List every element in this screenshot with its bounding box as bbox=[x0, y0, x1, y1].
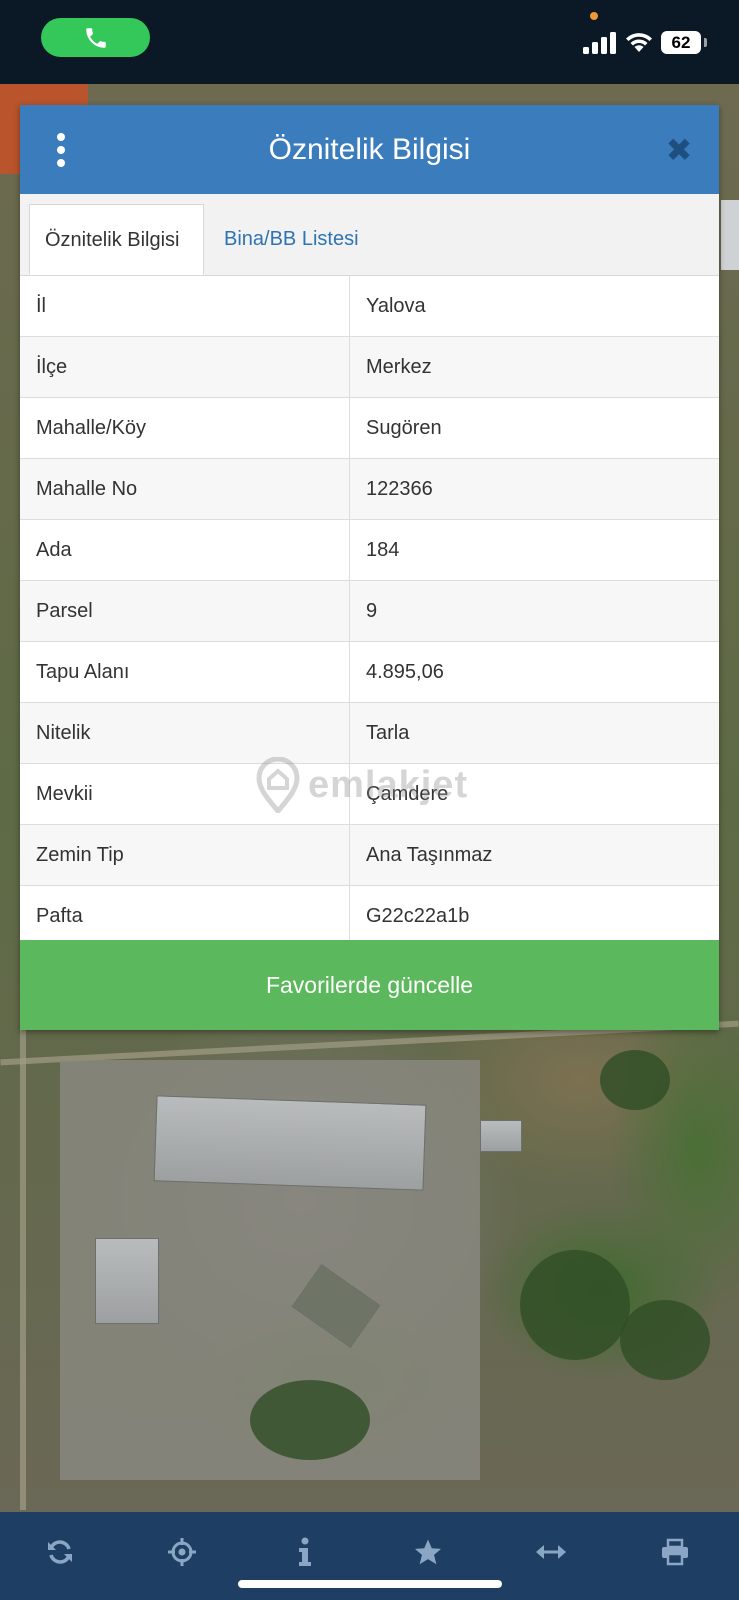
map-building bbox=[95, 1238, 159, 1324]
watermark-pin-icon bbox=[256, 757, 300, 813]
row-key: İl bbox=[20, 276, 350, 336]
row-key: Ada bbox=[20, 520, 350, 580]
info-icon[interactable] bbox=[285, 1532, 325, 1572]
update-favorites-button[interactable]: Favorilerde güncelle bbox=[20, 940, 719, 1030]
row-key: Nitelik bbox=[20, 703, 350, 763]
table-row: Tapu Alanı 4.895,06 bbox=[20, 642, 719, 703]
map-tree bbox=[250, 1380, 370, 1460]
privacy-indicator bbox=[590, 12, 598, 20]
row-value: G22c22a1b bbox=[366, 905, 470, 927]
tab-bar: Öznitelik Bilgisi Bina/BB Listesi bbox=[20, 194, 719, 276]
close-icon[interactable]: ✖ bbox=[664, 134, 694, 166]
row-value: Merkez bbox=[366, 356, 432, 378]
map-tree bbox=[600, 1050, 670, 1110]
wifi-icon bbox=[626, 33, 652, 52]
row-value: Tarla bbox=[366, 722, 410, 744]
row-key: Zemin Tip bbox=[20, 825, 350, 885]
row-value: 184 bbox=[366, 539, 400, 561]
kebab-menu-icon[interactable] bbox=[46, 130, 76, 170]
locate-icon[interactable] bbox=[162, 1532, 202, 1572]
home-indicator[interactable] bbox=[238, 1580, 502, 1588]
map-building bbox=[480, 1120, 522, 1152]
measure-icon[interactable] bbox=[531, 1532, 571, 1572]
phone-icon[interactable] bbox=[41, 18, 150, 57]
star-icon[interactable] bbox=[408, 1532, 448, 1572]
table-row: Ada 184 bbox=[20, 520, 719, 581]
map-side-panel bbox=[721, 200, 739, 270]
watermark: emlakjet bbox=[256, 755, 496, 815]
status-bar: 62 bbox=[0, 0, 739, 84]
row-value: Ana Taşınmaz bbox=[366, 844, 493, 866]
row-key: Tapu Alanı bbox=[20, 642, 350, 702]
row-value: 122366 bbox=[366, 478, 433, 500]
dialog-header: Öznitelik Bilgisi ✖ bbox=[20, 105, 719, 194]
watermark-text: emlakjet bbox=[308, 763, 469, 806]
table-row: Zemin Tip Ana Taşınmaz bbox=[20, 825, 719, 886]
map-tree bbox=[620, 1300, 710, 1380]
row-value: 4.895,06 bbox=[366, 661, 444, 683]
table-row: Parsel 9 bbox=[20, 581, 719, 642]
battery-level: 62 bbox=[661, 31, 701, 54]
map-road bbox=[20, 1030, 26, 1510]
battery-tip bbox=[704, 38, 707, 47]
row-key: Parsel bbox=[20, 581, 350, 641]
print-icon[interactable] bbox=[655, 1532, 695, 1572]
row-key: Pafta bbox=[20, 886, 350, 946]
row-key: İlçe bbox=[20, 337, 350, 397]
tab-building-list[interactable]: Bina/BB Listesi bbox=[209, 204, 374, 275]
tab-attribute-info[interactable]: Öznitelik Bilgisi bbox=[29, 204, 204, 275]
table-row: İl Yalova bbox=[20, 276, 719, 337]
map-tree bbox=[520, 1250, 630, 1360]
attribute-dialog: Öznitelik Bilgisi ✖ Öznitelik Bilgisi Bi… bbox=[20, 105, 719, 1030]
row-value: 9 bbox=[366, 600, 378, 622]
row-key: Mahalle No bbox=[20, 459, 350, 519]
map-building bbox=[153, 1095, 427, 1191]
table-row: İlçe Merkez bbox=[20, 337, 719, 398]
refresh-icon[interactable] bbox=[40, 1532, 80, 1572]
table-row: Pafta G22c22a1b bbox=[20, 886, 719, 947]
row-value: Sugören bbox=[366, 417, 442, 439]
row-key: Mahalle/Köy bbox=[20, 398, 350, 458]
signal-icon bbox=[583, 32, 616, 54]
attribute-table: İl Yalova İlçe Merkez Mahalle/Köy Sugören M… bbox=[20, 276, 719, 947]
row-value: Yalova bbox=[366, 295, 426, 317]
table-row: Mahalle No 122366 bbox=[20, 459, 719, 520]
table-row: Mahalle/Köy Sugören bbox=[20, 398, 719, 459]
dialog-title: Öznitelik Bilgisi bbox=[268, 133, 471, 166]
